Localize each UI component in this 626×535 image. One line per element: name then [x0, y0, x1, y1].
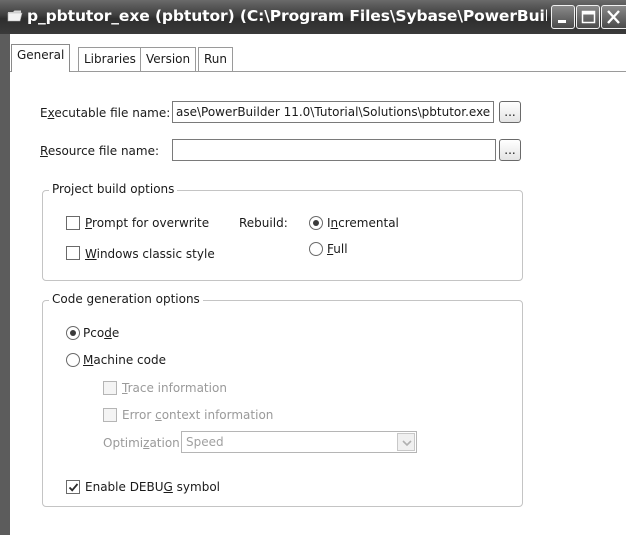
machine-code-radio[interactable] [66, 353, 80, 367]
window-frame-left [0, 34, 10, 535]
windows-classic-checkbox[interactable] [66, 246, 80, 260]
tab-libraries[interactable]: Libraries [78, 47, 142, 71]
project-build-title: Project build options [49, 182, 178, 196]
project-build-group [42, 190, 523, 281]
trace-information-label: Trace information [122, 381, 227, 395]
windows-classic-label: Windows classic style [85, 247, 215, 261]
code-generation-title: Code generation options [49, 292, 203, 306]
machine-code-label: Machine code [83, 353, 166, 367]
maximize-button[interactable] [576, 5, 600, 29]
enable-debug-label: Enable DEBUG symbol [85, 480, 220, 494]
executable-browse-button[interactable]: ... [499, 101, 521, 123]
executable-label: Executable file name: [40, 106, 171, 120]
error-context-checkbox[interactable] [103, 408, 117, 422]
full-radio[interactable] [309, 242, 323, 256]
chevron-down-icon[interactable] [397, 433, 415, 451]
enable-debug-checkbox[interactable] [66, 480, 80, 494]
optimization-value: Speed [186, 435, 224, 449]
rebuild-label: Rebuild: [239, 216, 288, 230]
checkmark-icon [68, 483, 79, 492]
resource-browse-button[interactable]: ... [499, 139, 521, 161]
full-label: Full [327, 242, 348, 256]
tab-strip: General Libraries Version Run [10, 34, 626, 72]
resource-file-field[interactable] [172, 139, 496, 161]
folder-icon [7, 9, 23, 23]
optimization-label: Optimization: [103, 436, 184, 450]
close-button[interactable] [601, 5, 626, 29]
window-title: p_pbtutor_exe (pbtutor) (C:\Program File… [27, 7, 547, 25]
title-bar[interactable]: p_pbtutor_exe (pbtutor) (C:\Program File… [0, 0, 626, 34]
pcode-radio[interactable] [66, 326, 80, 340]
tab-run[interactable]: Run [198, 47, 234, 71]
tab-version[interactable]: Version [140, 47, 197, 71]
incremental-label: Incremental [327, 216, 399, 230]
incremental-radio[interactable] [309, 216, 323, 230]
prompt-overwrite-checkbox[interactable] [66, 216, 80, 230]
executable-file-field[interactable] [172, 101, 494, 123]
pcode-label: Pcode [83, 326, 120, 340]
optimization-select[interactable]: Speed [181, 431, 417, 453]
minimize-button[interactable] [551, 5, 575, 29]
tab-general[interactable]: General [11, 44, 71, 72]
general-panel: Executable file name: ... Resource file … [10, 72, 626, 535]
trace-information-checkbox[interactable] [103, 381, 117, 395]
prompt-overwrite-label: Prompt for overwrite [85, 216, 210, 230]
resource-label: Resource file name: [40, 144, 160, 158]
error-context-label: Error context information [122, 408, 274, 422]
